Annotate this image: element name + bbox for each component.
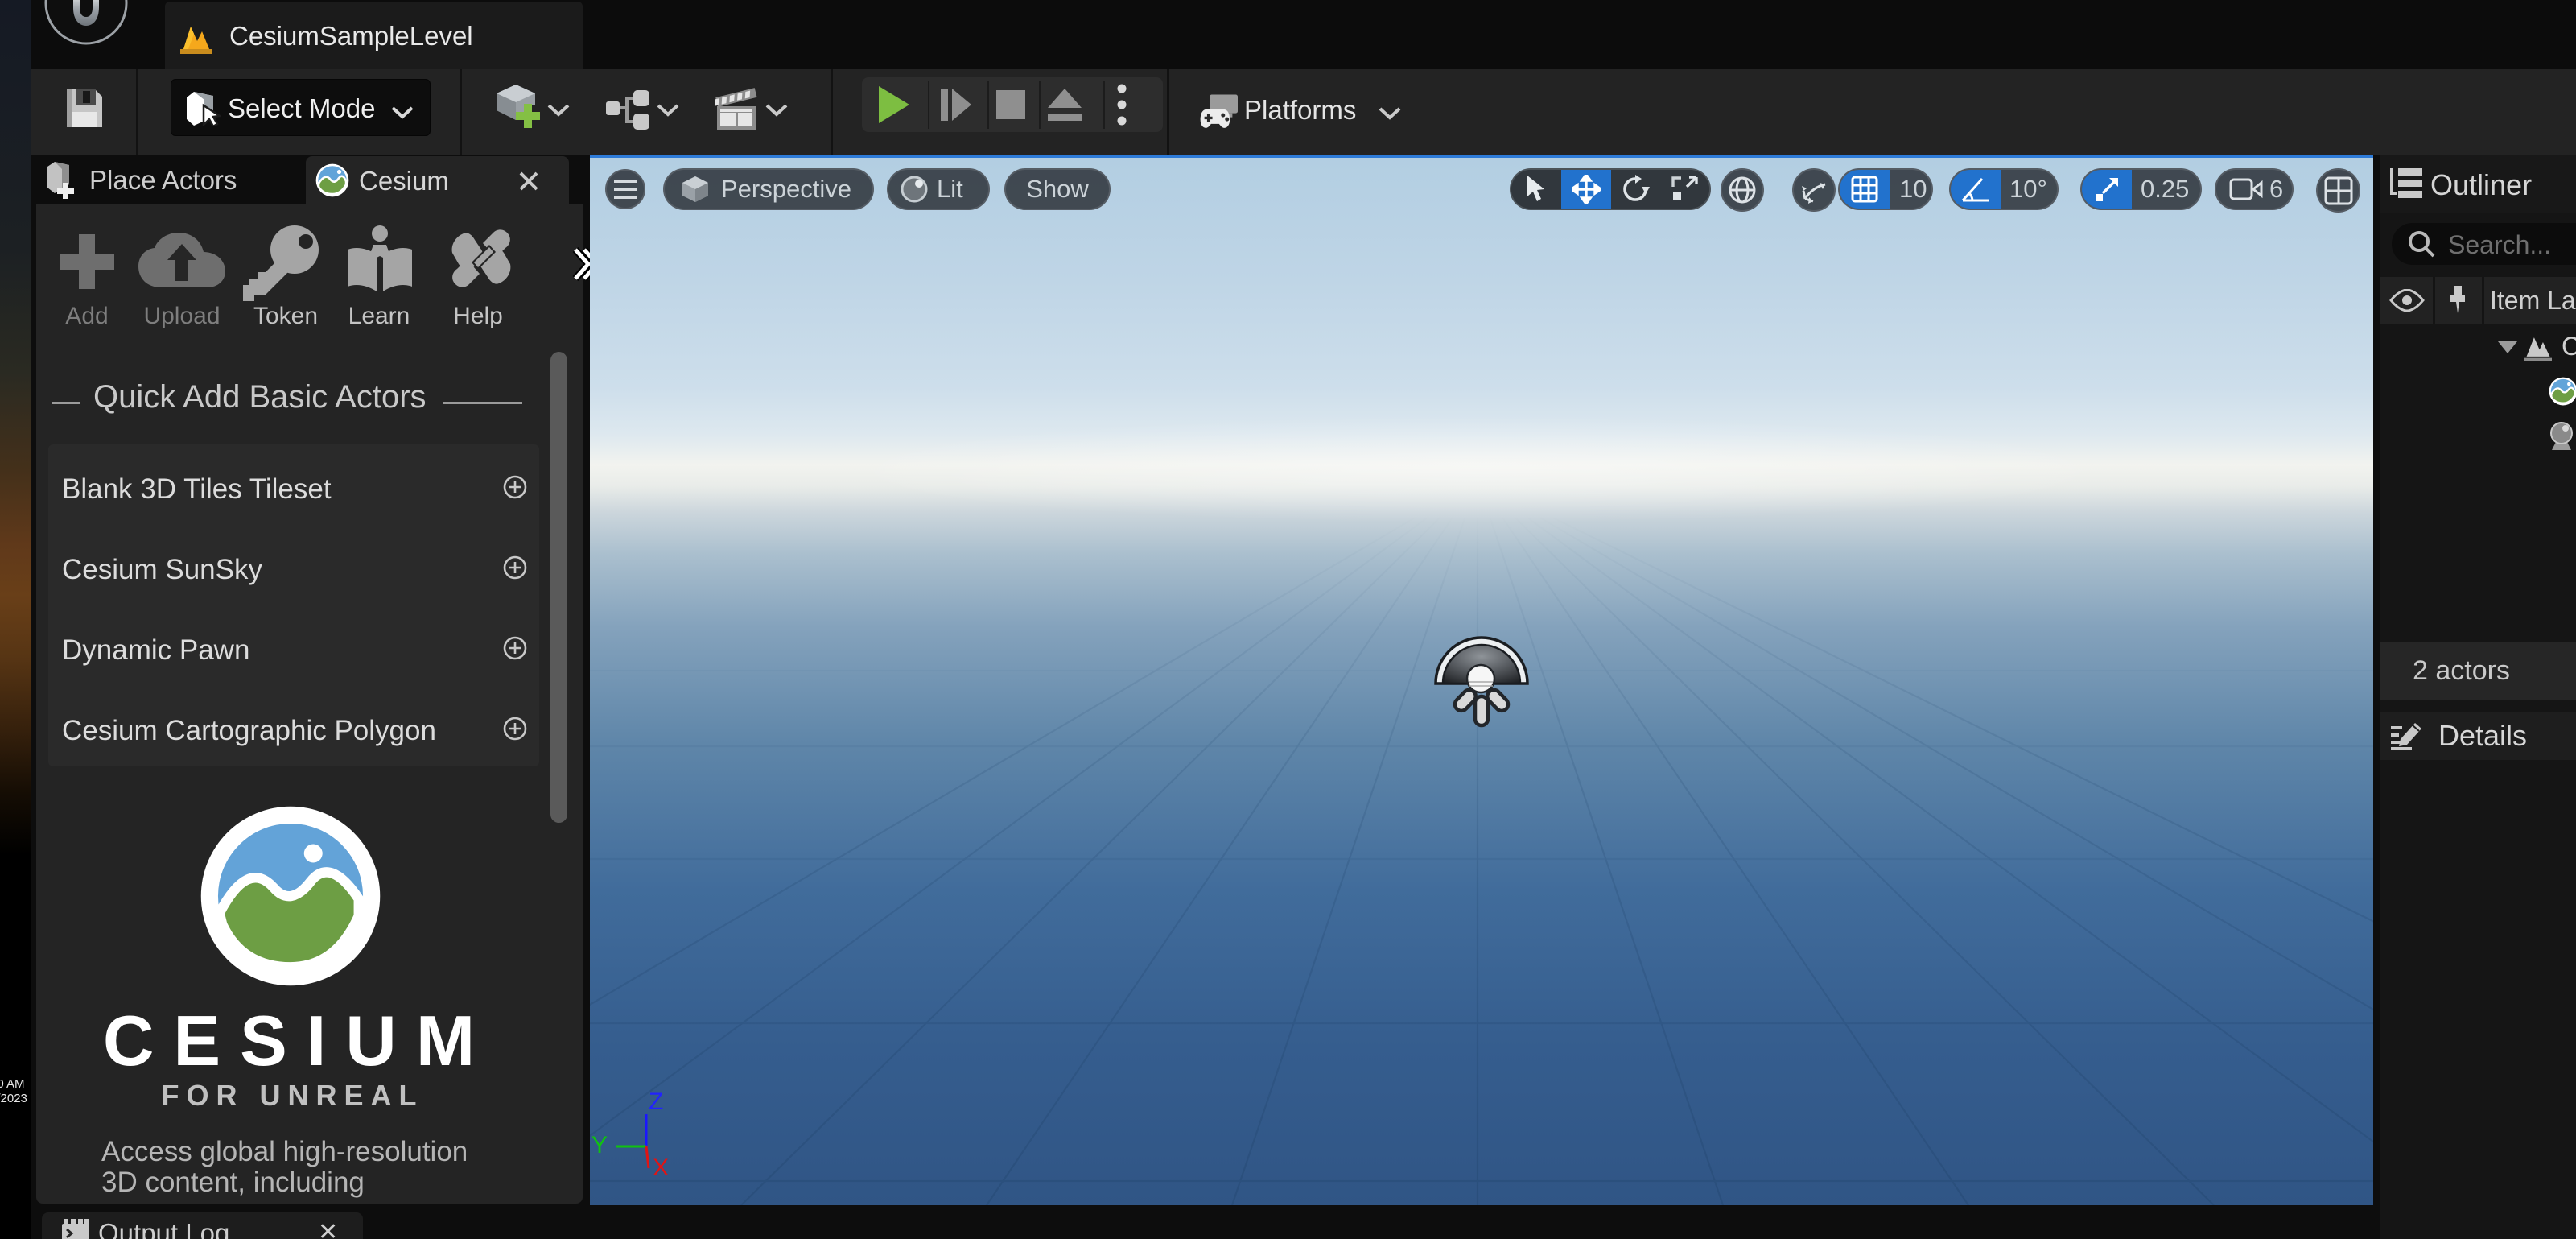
svg-text:Y: Y [591,1132,608,1158]
svg-text:X: X [653,1154,669,1181]
svg-text:Z: Z [649,1088,663,1115]
